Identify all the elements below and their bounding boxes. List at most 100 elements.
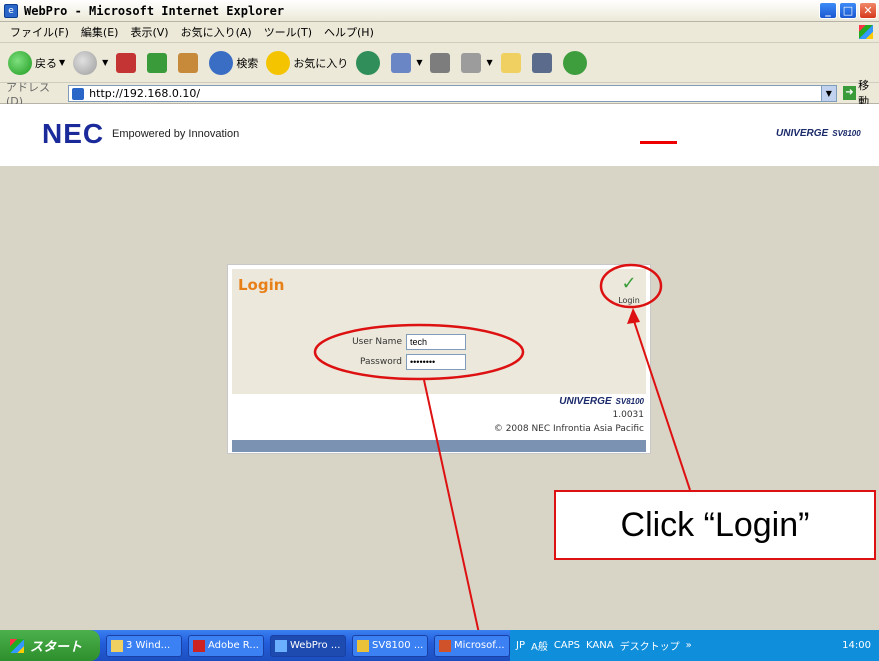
desktop-toolbar[interactable]: デスクトップ bbox=[620, 638, 680, 653]
research-button[interactable] bbox=[531, 52, 555, 73]
folder-icon bbox=[111, 639, 123, 652]
favorites-icon bbox=[266, 50, 291, 75]
history-button[interactable] bbox=[356, 50, 383, 75]
task-label: Microsof... bbox=[454, 640, 505, 651]
login-footer: UNIVERGE SV8100 1.0031 © 2008 NEC Infront… bbox=[228, 396, 650, 438]
taskbar-item[interactable]: SV8100 ... bbox=[352, 634, 428, 657]
menu-help[interactable]: ヘルプ(H) bbox=[324, 24, 374, 40]
page-header: NEC Empowered by Innovation UNIVERGE SV81… bbox=[0, 104, 879, 166]
login-button[interactable]: ✓ Login bbox=[614, 275, 644, 306]
chevron-down-icon: ▼ bbox=[102, 58, 109, 67]
menu-bar: ファイル(F) 編集(E) 表示(V) お気に入り(A) ツール(T) ヘルプ(… bbox=[0, 22, 879, 43]
univerge-logo: UNIVERGE SV8100 bbox=[776, 128, 861, 139]
close-button[interactable]: ✕ bbox=[859, 2, 877, 19]
address-url: http://192.168.0.10/ bbox=[89, 86, 201, 100]
stop-icon bbox=[116, 52, 137, 73]
refresh-button[interactable] bbox=[147, 52, 170, 73]
powerpoint-icon bbox=[439, 639, 451, 652]
start-button[interactable]: スタート bbox=[0, 630, 100, 661]
task-label: Adobe R... bbox=[208, 640, 259, 651]
taskbar: スタート 3 Wind... Adobe R... WebPro ... SV8… bbox=[0, 630, 879, 661]
copyright-text: © 2008 NEC Infrontia Asia Pacific bbox=[493, 424, 644, 434]
caps-indicator: CAPS bbox=[553, 640, 581, 651]
adobe-icon bbox=[193, 639, 205, 652]
taskbar-item[interactable]: Adobe R... bbox=[188, 634, 264, 657]
ie-icon: e bbox=[4, 3, 18, 18]
brand-text: UNIVERGE bbox=[559, 396, 612, 407]
forward-button[interactable]: ▼ bbox=[73, 50, 109, 75]
windows-logo-icon bbox=[859, 25, 873, 39]
task-label: 3 Wind... bbox=[126, 640, 171, 651]
taskbar-item-active[interactable]: WebPro ... bbox=[270, 634, 346, 657]
brand-text: UNIVERGE bbox=[776, 128, 829, 139]
toolbar: 戻る ▼ ▼ 検索 お気に入り ▼ ▼ bbox=[0, 43, 879, 83]
password-label: Password bbox=[359, 357, 402, 367]
menu-edit[interactable]: 編集(E) bbox=[81, 24, 119, 40]
username-field[interactable] bbox=[406, 334, 466, 350]
password-field[interactable] bbox=[406, 354, 466, 370]
ime-mode[interactable]: A般 bbox=[531, 638, 548, 653]
search-button[interactable]: 検索 bbox=[209, 50, 258, 75]
maximize-button[interactable]: □ bbox=[839, 2, 857, 19]
minimize-button[interactable]: _ bbox=[819, 2, 837, 19]
title-bar: e WebPro - Microsoft Internet Explorer _… bbox=[0, 0, 879, 22]
back-button[interactable]: 戻る ▼ bbox=[8, 50, 65, 75]
windows-logo-icon bbox=[10, 638, 24, 653]
chevron-down-icon: ▼ bbox=[486, 58, 493, 67]
favorites-button[interactable]: お気に入り bbox=[266, 50, 348, 75]
username-row: User Name bbox=[322, 334, 466, 350]
task-label: WebPro ... bbox=[290, 640, 341, 651]
language-indicator[interactable]: JP bbox=[516, 640, 525, 651]
kana-indicator: KANA bbox=[586, 640, 614, 651]
window-title: WebPro - Microsoft Internet Explorer bbox=[24, 3, 285, 18]
window-controls: _ □ ✕ bbox=[819, 2, 877, 19]
mail-icon bbox=[391, 52, 412, 73]
model-text: SV8100 bbox=[615, 397, 644, 406]
forward-icon bbox=[73, 50, 98, 75]
password-row: Password bbox=[322, 354, 466, 370]
task-label: SV8100 ... bbox=[372, 640, 424, 651]
univerge-logo: UNIVERGE SV8100 bbox=[559, 396, 644, 407]
menu-file[interactable]: ファイル(F) bbox=[10, 24, 69, 40]
menu-favorites[interactable]: お気に入り(A) bbox=[181, 24, 252, 40]
go-arrow-icon: ➜ bbox=[842, 86, 857, 100]
messenger-icon bbox=[562, 50, 587, 75]
tray-expand-chevron[interactable]: » bbox=[686, 640, 692, 651]
page-icon bbox=[72, 87, 85, 100]
menu-view[interactable]: 表示(V) bbox=[130, 24, 168, 40]
ie-icon bbox=[275, 639, 287, 652]
clock: 14:00 bbox=[842, 640, 871, 651]
mail-button[interactable]: ▼ bbox=[391, 52, 423, 73]
edit-button[interactable]: ▼ bbox=[461, 52, 493, 73]
address-bar: アドレス(D) http://192.168.0.10/ ▼ ➜ 移動 bbox=[0, 79, 879, 108]
version-text: 1.0031 bbox=[612, 410, 645, 420]
print-button[interactable] bbox=[430, 52, 453, 73]
login-title: Login bbox=[238, 276, 285, 294]
address-input[interactable]: http://192.168.0.10/ ▼ bbox=[68, 84, 837, 102]
instruction-callout: Click “Login” bbox=[554, 490, 876, 560]
chevron-down-icon[interactable]: ▼ bbox=[820, 85, 836, 101]
app-icon bbox=[357, 639, 369, 652]
nec-logo: NEC bbox=[42, 118, 105, 149]
system-tray: JP A般 CAPS KANA デスクトップ » 14:00 bbox=[510, 630, 879, 661]
history-icon bbox=[356, 50, 381, 75]
model-text: SV8100 bbox=[832, 129, 861, 138]
stop-button[interactable] bbox=[116, 52, 139, 73]
chevron-down-icon: ▼ bbox=[416, 58, 423, 67]
refresh-icon bbox=[147, 52, 168, 73]
taskbar-item[interactable]: Microsof... bbox=[434, 634, 510, 657]
home-button[interactable] bbox=[178, 52, 201, 73]
taskbar-item[interactable]: 3 Wind... bbox=[106, 634, 182, 657]
red-mark bbox=[640, 141, 677, 144]
messenger-button[interactable] bbox=[562, 50, 590, 75]
back-icon bbox=[8, 50, 32, 75]
login-button-label: Login bbox=[618, 296, 640, 305]
print-icon bbox=[430, 52, 451, 73]
login-form-area: Login ✓ Login User Name Password bbox=[232, 269, 646, 394]
tagline: Empowered by Innovation bbox=[112, 128, 240, 140]
home-icon bbox=[178, 52, 199, 73]
start-label: スタート bbox=[30, 640, 83, 655]
menu-tools[interactable]: ツール(T) bbox=[264, 24, 312, 40]
folder-button[interactable] bbox=[500, 52, 524, 73]
edit-icon bbox=[461, 52, 482, 73]
